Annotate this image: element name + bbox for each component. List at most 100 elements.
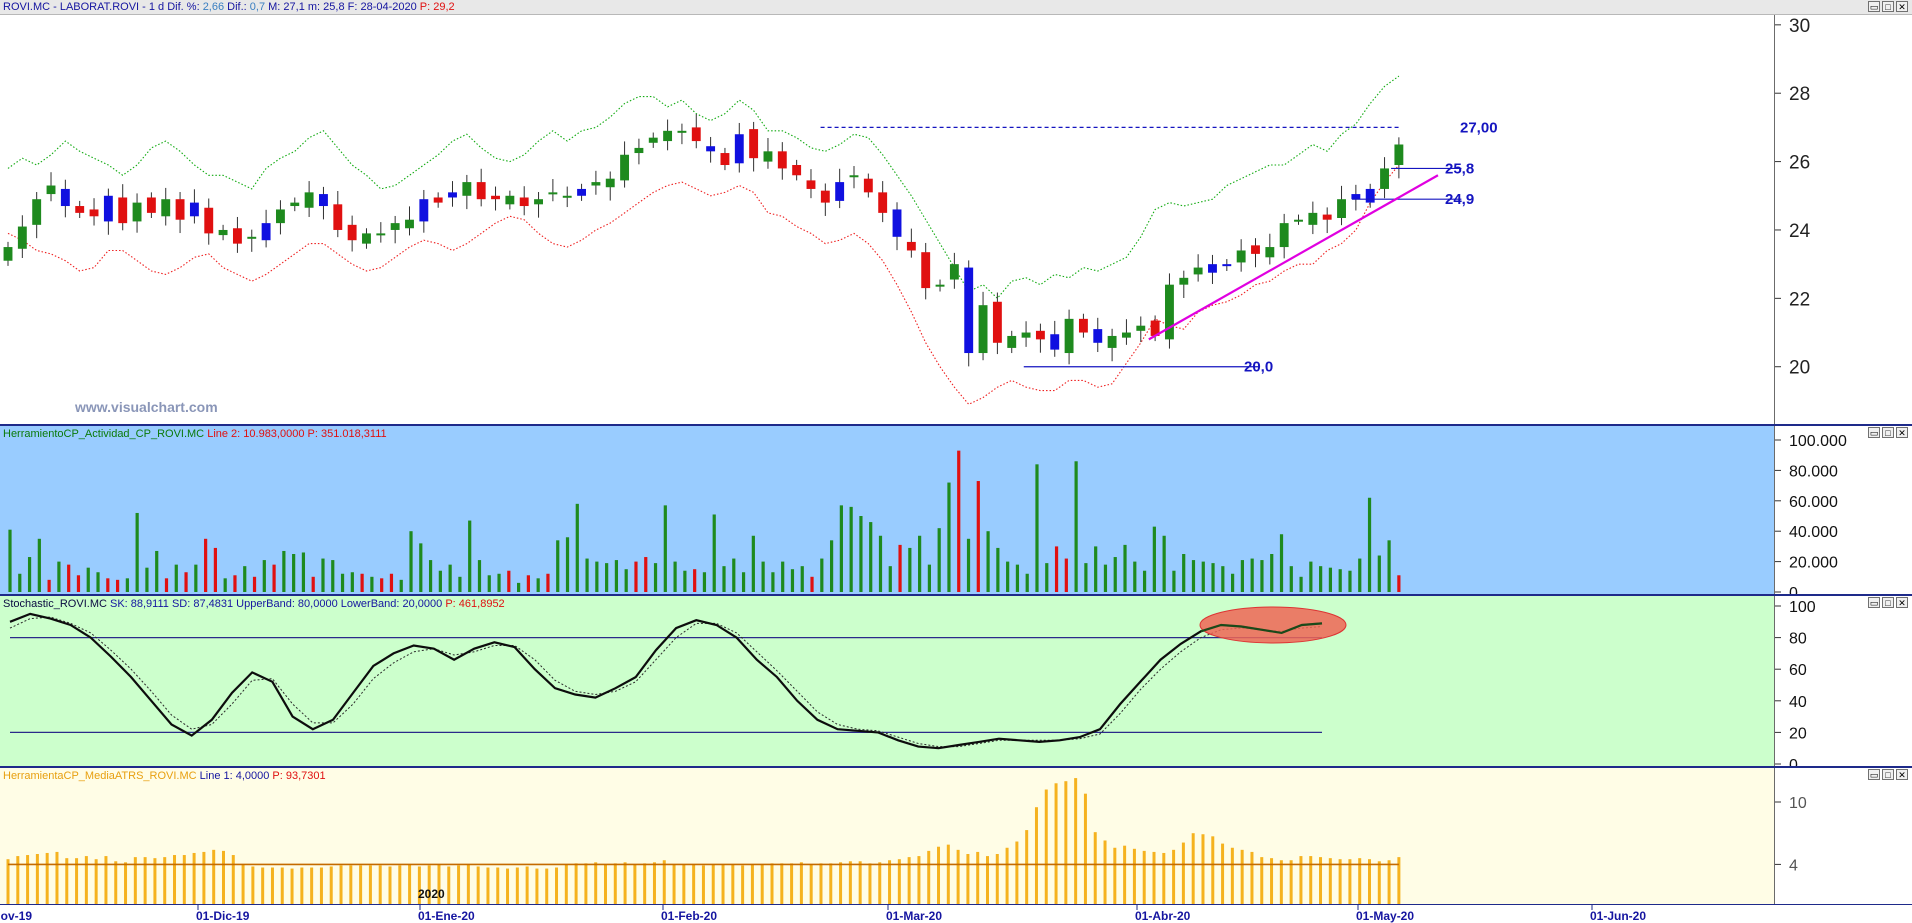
atr-bar xyxy=(701,865,705,904)
stochastic-chart[interactable] xyxy=(0,596,1774,766)
atr-bar xyxy=(515,867,519,904)
atr-bar xyxy=(1162,852,1166,904)
candle-body xyxy=(749,129,759,159)
candle-body xyxy=(1078,318,1088,333)
atr-bar xyxy=(652,862,656,904)
atr-bar xyxy=(1201,834,1205,904)
candle-body xyxy=(232,228,242,244)
volume-bar xyxy=(272,564,276,592)
price-chart[interactable]: 27,00 25,8 24,9 20,0 www.visualchart.com xyxy=(0,0,1774,424)
atr-bar xyxy=(124,862,128,904)
atr-bar xyxy=(192,852,196,904)
price-title: ROVI.MC - LABORAT.ROVI - 1 d Dif. %: 2,6… xyxy=(0,0,455,14)
candle-body xyxy=(476,182,486,200)
candle-body xyxy=(720,153,730,166)
atr-bar xyxy=(35,854,39,904)
price-scale[interactable]: 30 28 26 24 22 20 xyxy=(1774,0,1912,424)
atr-bar xyxy=(55,851,59,904)
atr-bar xyxy=(956,849,960,904)
volume-bar xyxy=(888,566,892,592)
maximize-button[interactable]: □ xyxy=(1882,769,1894,780)
volume-bar xyxy=(1289,566,1293,592)
candle-body xyxy=(777,151,787,169)
close-button[interactable]: ✕ xyxy=(1896,597,1908,608)
volume-bar xyxy=(409,531,413,592)
minimize-button[interactable]: ▭ xyxy=(1868,597,1880,608)
volume-bar xyxy=(536,578,540,592)
minimize-button[interactable]: ▭ xyxy=(1868,769,1880,780)
minimize-button[interactable]: ▭ xyxy=(1868,427,1880,438)
minimize-button[interactable]: ▭ xyxy=(1868,1,1880,12)
volume-bar xyxy=(722,566,726,592)
atr-bar xyxy=(917,856,921,904)
date-axis[interactable]: Nov-19 01-Dic-19 01-Ene-20 01-Feb-20 01-Mar-… xyxy=(0,904,1912,923)
atr-bar xyxy=(202,851,206,904)
volume-panel[interactable]: HerramientoCP_Actividad_CP_ROVI.MC Line … xyxy=(0,424,1912,594)
volume-bar xyxy=(820,558,824,592)
volume-bar xyxy=(546,573,550,592)
stochastic-tick-label: 0 xyxy=(1789,757,1798,766)
atr-bar xyxy=(408,864,412,904)
atr-bar xyxy=(672,864,676,904)
maximize-button[interactable]: □ xyxy=(1882,1,1894,12)
candle-body xyxy=(419,199,429,222)
volume-bar xyxy=(595,561,599,592)
volume-bar xyxy=(380,578,384,592)
volume-scale[interactable]: 100.000 80.000 60.000 40.000 20.000 0 xyxy=(1774,426,1912,594)
volume-background xyxy=(0,426,1774,594)
candle-body xyxy=(534,199,543,205)
maximize-button[interactable]: □ xyxy=(1882,427,1894,438)
volume-bar xyxy=(1348,570,1352,592)
stochastic-title-p: P: 461,8952 xyxy=(445,598,505,610)
stochastic-panel[interactable]: Stochastic_ROVI.MC SK: 88,9111 SD: 87,48… xyxy=(0,594,1912,766)
volume-bar xyxy=(331,560,335,592)
price-title-p: P: 29,2 xyxy=(416,1,455,13)
candle-body xyxy=(1337,199,1346,218)
atr-bar xyxy=(1015,841,1019,904)
candle-body xyxy=(462,182,472,196)
atr-title-line: Line 1: 4,0000 xyxy=(196,770,270,782)
volume-bar xyxy=(741,572,746,592)
close-button[interactable]: ✕ xyxy=(1896,427,1908,438)
maximize-button[interactable]: □ xyxy=(1882,597,1894,608)
atr-chart[interactable]: 2020 xyxy=(0,768,1774,904)
atr-bar xyxy=(1377,861,1381,904)
candle-body xyxy=(849,175,859,178)
atr-bar xyxy=(270,867,274,904)
stochastic-scale[interactable]: 100 80 60 40 20 0 xyxy=(1774,596,1912,766)
atr-bar xyxy=(937,846,941,904)
volume-bar xyxy=(947,482,951,592)
price-panel[interactable]: ROVI.MC - LABORAT.ROVI - 1 d Dif. %: 2,6… xyxy=(0,0,1912,424)
volume-bar xyxy=(556,540,560,592)
atr-bar xyxy=(1338,859,1342,904)
candle-body xyxy=(1007,335,1017,348)
volume-bar xyxy=(751,535,755,592)
volume-bar xyxy=(1367,497,1372,592)
volume-bar xyxy=(1133,561,1137,592)
close-button[interactable]: ✕ xyxy=(1896,1,1908,12)
volume-bar xyxy=(223,578,227,592)
volume-bar xyxy=(1054,546,1059,592)
volume-bar xyxy=(663,505,667,592)
volume-bar xyxy=(204,538,208,592)
candle-body xyxy=(677,130,687,133)
candle-body xyxy=(634,147,644,154)
volume-bar xyxy=(565,537,570,592)
atr-bar xyxy=(819,863,823,904)
candle-body xyxy=(1193,267,1203,275)
atr-bar xyxy=(339,865,343,904)
atr-bar xyxy=(584,863,588,904)
close-button[interactable]: ✕ xyxy=(1896,769,1908,780)
volume-bar xyxy=(732,558,736,592)
atr-bar xyxy=(976,851,980,904)
candle-body xyxy=(1279,223,1289,248)
atr-panel[interactable]: 2020 HerramientaCP_MediaATRS_ROVI.MC Lin… xyxy=(0,766,1912,904)
atr-bar xyxy=(829,863,833,904)
volume-bar xyxy=(624,569,628,592)
candle-body xyxy=(691,127,701,142)
volume-bar xyxy=(575,503,579,592)
volume-bar xyxy=(585,558,589,592)
volume-chart[interactable] xyxy=(0,426,1774,594)
atr-scale[interactable]: 10 4 xyxy=(1774,768,1912,904)
volume-bar xyxy=(360,573,364,592)
